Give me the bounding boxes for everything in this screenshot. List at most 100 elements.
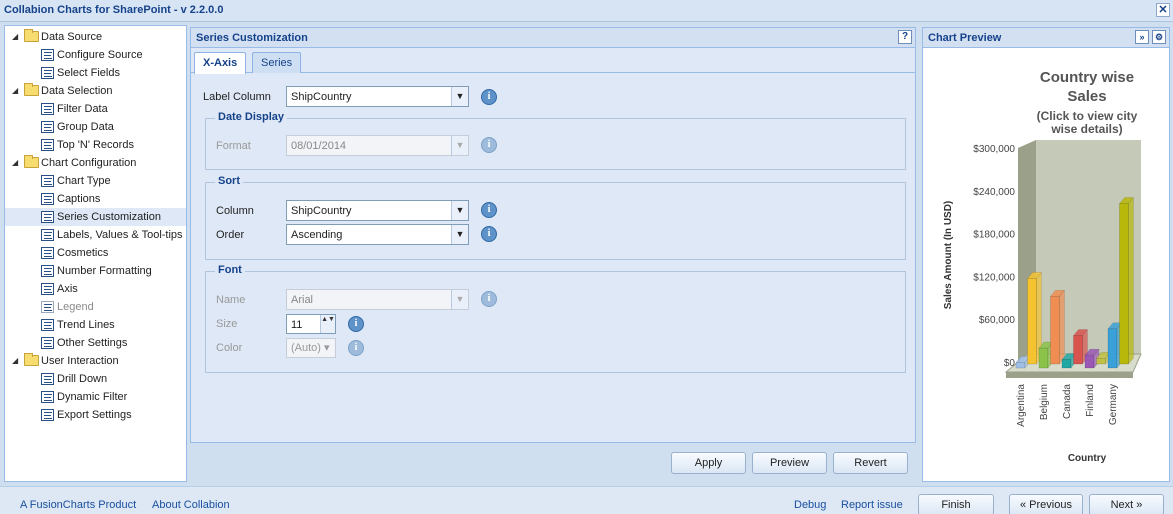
folder-icon (24, 155, 39, 168)
tab-x-axis[interactable]: X-Axis (194, 52, 247, 74)
y-tick-label: $0 (1004, 358, 1016, 369)
expand-triangle-icon[interactable]: ◢ (12, 28, 18, 46)
about-link[interactable]: About Collabion (152, 499, 230, 511)
font-size-stepper[interactable]: 11 ▲▼ (286, 314, 336, 334)
sidebar-item-top-n-records[interactable]: Top 'N' Records (5, 136, 186, 154)
sidebar-item-label: Axis (57, 283, 78, 295)
sort-column-select[interactable]: ShipCountry ▼ (286, 200, 469, 221)
y-tick-label: $60,000 (979, 315, 1016, 326)
sidebar-item-label: Top 'N' Records (57, 139, 134, 151)
font-fieldset: Font Name Arial ▼ i Size 11 ▲▼ i Color (… (205, 264, 906, 373)
help-icon[interactable]: ? (898, 30, 912, 44)
sort-order-label: Order (216, 229, 245, 241)
chart-preview-panel: Chart Preview » ⚙ Country wise Sales (Clic… (922, 27, 1170, 482)
sidebar-item-dynamic-filter[interactable]: Dynamic Filter (5, 388, 186, 406)
sidebar-item-trend-lines[interactable]: Trend Lines (5, 316, 186, 334)
sidebar-item-legend[interactable]: Legend (5, 298, 186, 316)
fusioncharts-link[interactable]: A FusionCharts Product (20, 499, 136, 511)
chevron-down-icon[interactable]: ▼ (451, 136, 468, 155)
x-axis-form: Label Column ShipCountry ▼ i Date Displa… (192, 74, 914, 442)
tree-group-user-interaction[interactable]: ◢ User Interaction (5, 352, 186, 370)
sidebar-item-select-fields[interactable]: Select Fields (5, 64, 186, 82)
page-icon (41, 175, 54, 187)
font-color-label: Color (216, 342, 243, 354)
info-icon[interactable]: i (481, 291, 497, 307)
preview-button[interactable]: Preview (752, 452, 827, 474)
format-value: 08/01/2014 (291, 140, 347, 152)
date-display-legend: Date Display (215, 111, 288, 123)
info-icon[interactable]: i (348, 340, 364, 356)
chevron-down-icon[interactable]: ▼ (451, 225, 468, 244)
tree-group-data-selection[interactable]: ◢ Data Selection (5, 82, 186, 100)
tree-group-data-source[interactable]: ◢ Data Source (5, 28, 186, 46)
previous-button[interactable]: « Previous (1009, 494, 1083, 514)
sidebar-item-label: Number Formatting (57, 265, 152, 277)
label-column-value: ShipCountry (291, 91, 352, 103)
expand-triangle-icon[interactable]: ◢ (12, 154, 18, 172)
navigation-tree: ◢ Data Source Configure Source Select Field… (5, 28, 186, 424)
sidebar-item-label: Drill Down (57, 373, 108, 385)
info-icon[interactable]: i (481, 89, 497, 105)
font-name-select[interactable]: Arial ▼ (286, 289, 469, 310)
page-icon (41, 265, 54, 277)
x-axis-title: Country (1068, 453, 1107, 464)
bar-side (1059, 289, 1065, 365)
sidebar-item-chart-type[interactable]: Chart Type (5, 172, 186, 190)
chart-subtitle: wise details) (1050, 122, 1122, 136)
expand-triangle-icon[interactable]: ◢ (12, 82, 18, 100)
info-icon[interactable]: i (481, 137, 497, 153)
font-name-value: Arial (291, 294, 314, 306)
revert-button[interactable]: Revert (833, 452, 908, 474)
status-bar: A FusionCharts Product About Collabion D… (0, 486, 1173, 514)
label-column-label: Label Column (203, 91, 271, 103)
page-icon (41, 301, 54, 313)
chevron-down-icon[interactable]: ▼ (451, 87, 468, 106)
format-select[interactable]: 08/01/2014 ▼ (286, 135, 469, 156)
close-icon[interactable]: ✕ (1156, 3, 1170, 17)
x-tick-label: Canada (1062, 384, 1073, 419)
sidebar-item-labels-values-tool-tips[interactable]: Labels, Values & Tool-tips (5, 226, 186, 244)
sidebar-item-drill-down[interactable]: Drill Down (5, 370, 186, 388)
folder-icon (24, 83, 39, 96)
apply-button[interactable]: Apply (671, 452, 746, 474)
sidebar-item-other-settings[interactable]: Other Settings (5, 334, 186, 352)
sidebar-item-number-formatting[interactable]: Number Formatting (5, 262, 186, 280)
info-icon[interactable]: i (481, 226, 497, 242)
panel-header: Series Customization ? (191, 28, 915, 48)
tree-group-label: Chart Configuration (41, 157, 137, 169)
font-color-picker[interactable]: (Auto) ▾ (286, 338, 336, 358)
sidebar-item-export-settings[interactable]: Export Settings (5, 406, 186, 424)
info-icon[interactable]: i (348, 316, 364, 332)
expand-icon[interactable]: » (1135, 30, 1149, 44)
sales-chart[interactable]: Country wise Sales (Click to view citywise… (923, 50, 1169, 481)
sidebar-item-group-data[interactable]: Group Data (5, 118, 186, 136)
sidebar-item-series-customization[interactable]: Series Customization (5, 208, 186, 226)
tree-group-chart-configuration[interactable]: ◢ Chart Configuration (5, 154, 186, 172)
sidebar-item-cosmetics[interactable]: Cosmetics (5, 244, 186, 262)
sort-order-select[interactable]: Ascending ▼ (286, 224, 469, 245)
font-name-label: Name (216, 294, 246, 306)
label-column-select[interactable]: ShipCountry ▼ (286, 86, 469, 107)
bar (1096, 358, 1106, 365)
sidebar-item-captions[interactable]: Captions (5, 190, 186, 208)
gear-icon[interactable]: ⚙ (1152, 30, 1166, 44)
debug-link[interactable]: Debug (794, 499, 826, 511)
chevron-down-icon[interactable]: ▼ (451, 201, 468, 220)
sidebar-item-axis[interactable]: Axis (5, 280, 186, 298)
spinner-arrows-icon[interactable]: ▲▼ (320, 315, 335, 333)
page-icon (41, 283, 54, 295)
expand-triangle-icon[interactable]: ◢ (12, 352, 18, 370)
report-issue-link[interactable]: Report issue (841, 499, 903, 511)
bar (1050, 295, 1060, 365)
sidebar-item-configure-source[interactable]: Configure Source (5, 46, 186, 64)
bar (1038, 347, 1049, 369)
tab-series[interactable]: Series (252, 52, 302, 73)
bar (1119, 203, 1129, 365)
next-button[interactable]: Next » (1089, 494, 1164, 514)
preview-header: Chart Preview » ⚙ (923, 28, 1169, 48)
finish-button[interactable]: Finish (918, 494, 994, 514)
chevron-down-icon[interactable]: ▼ (451, 290, 468, 309)
sidebar-item-filter-data[interactable]: Filter Data (5, 100, 186, 118)
y-axis-title: Sales Amount (In USD) (943, 201, 954, 310)
info-icon[interactable]: i (481, 202, 497, 218)
